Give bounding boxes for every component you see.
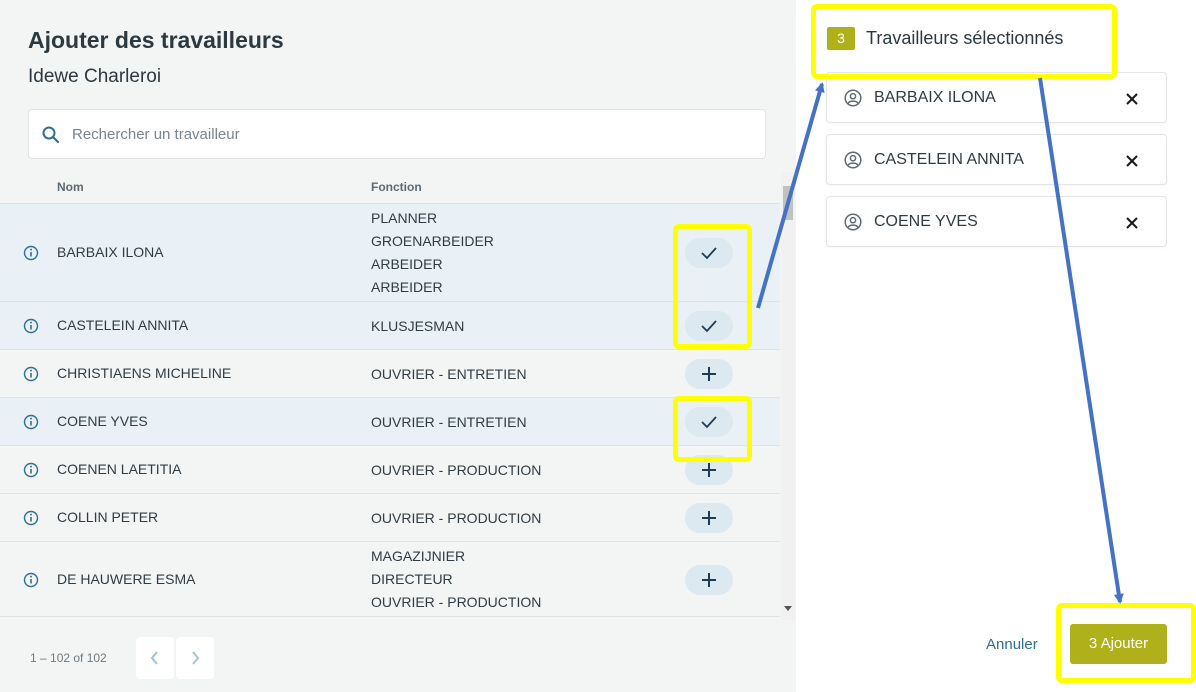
- chevron-right-icon: [192, 651, 200, 665]
- remove-icon[interactable]: [1125, 154, 1139, 173]
- add-button[interactable]: 3 Ajouter: [1070, 624, 1167, 664]
- selected-worker-name: CASTELEIN ANNITA: [874, 151, 1024, 168]
- selected-worker-name: BARBAIX ILONA: [874, 89, 996, 106]
- remove-icon[interactable]: [1125, 92, 1139, 111]
- scrollbar-thumb[interactable]: [783, 186, 793, 220]
- worker-functions: OUVRIER - PRODUCTION: [371, 507, 541, 530]
- previous-page-button[interactable]: [136, 637, 174, 679]
- info-icon[interactable]: [23, 414, 39, 430]
- scrollbar[interactable]: [781, 172, 795, 620]
- scroll-down-arrow-icon[interactable]: [784, 606, 792, 611]
- info-icon[interactable]: [23, 366, 39, 382]
- table-row[interactable]: DE HAUWERE ESMA MAGAZIJNIER DIRECTEUR OUVRI…: [0, 542, 780, 617]
- selected-toggle-button[interactable]: [685, 311, 733, 341]
- check-icon: [701, 247, 717, 260]
- search-input[interactable]: Rechercher un travailleur: [28, 109, 766, 159]
- worker-functions: KLUSJESMAN: [371, 315, 464, 338]
- cancel-button[interactable]: Annuler: [986, 636, 1038, 653]
- table-row[interactable]: CASTELEIN ANNITA KLUSJESMAN: [0, 302, 780, 350]
- worker-function: ARBEIDER: [371, 256, 443, 272]
- worker-name: CHRISTIAENS MICHELINE: [57, 365, 232, 381]
- worker-name: COENEN LAETITIA: [57, 461, 182, 477]
- workers-table: BARBAIX ILONA PLANNER GROENARBEIDER ARBEIDE…: [0, 204, 780, 620]
- chevron-left-icon: [150, 651, 158, 665]
- user-icon: [844, 89, 862, 112]
- worker-name: COLLIN PETER: [57, 509, 159, 525]
- worker-functions: OUVRIER - ENTRETIEN: [371, 363, 527, 386]
- plus-icon: [702, 367, 716, 381]
- table-row[interactable]: COENE YVES OUVRIER - ENTRETIEN: [0, 398, 780, 446]
- worker-function: OUVRIER - ENTRETIEN: [371, 413, 527, 430]
- worker-function: GROENARBEIDER: [371, 233, 494, 249]
- user-icon: [844, 151, 862, 174]
- add-workers-panel: Ajouter des travailleurs Idewe Charleroi…: [0, 0, 796, 692]
- worker-function: OUVRIER - ENTRETIEN: [371, 365, 527, 382]
- table-row[interactable]: BARBAIX ILONA PLANNER GROENARBEIDER ARBEIDE…: [0, 204, 780, 302]
- worker-functions: OUVRIER - PRODUCTION: [371, 459, 541, 482]
- table-row[interactable]: COENEN LAETITIA OUVRIER - PRODUCTION: [0, 446, 780, 494]
- worker-function: OUVRIER - PRODUCTION: [371, 461, 542, 478]
- worker-name: DE HAUWERE ESMA: [57, 570, 196, 587]
- selected-worker-card: CASTELEIN ANNITA: [826, 134, 1167, 185]
- selected-worker-name: COENE YVES: [874, 213, 978, 230]
- selected-worker-card: COENE YVES: [826, 196, 1167, 247]
- plus-icon: [702, 463, 716, 477]
- worker-function: PLANNER: [371, 210, 438, 226]
- info-icon[interactable]: [23, 318, 39, 334]
- worker-functions: PLANNER GROENARBEIDER ARBEIDER ARBEIDER: [371, 207, 494, 299]
- selected-worker-card: BARBAIX ILONA: [826, 72, 1167, 123]
- add-worker-button[interactable]: [685, 359, 733, 389]
- pagination-range: 1 – 102 of 102: [30, 651, 107, 665]
- selected-workers-title: Travailleurs sélectionnés: [866, 28, 1064, 48]
- worker-functions: MAGAZIJNIER DIRECTEUR OUVRIER - PRODUCTION: [371, 545, 541, 614]
- plus-icon: [702, 572, 716, 587]
- worker-name: BARBAIX ILONA: [57, 244, 164, 260]
- search-placeholder: Rechercher un travailleur: [72, 126, 240, 143]
- selected-count-badge: 3: [827, 27, 855, 50]
- worker-name: COENE YVES: [57, 413, 148, 429]
- check-icon: [701, 416, 717, 429]
- page-title: Ajouter des travailleurs: [28, 27, 284, 53]
- info-icon[interactable]: [23, 510, 39, 526]
- info-icon[interactable]: [23, 245, 39, 261]
- check-icon: [701, 320, 717, 333]
- worker-function: OUVRIER - PRODUCTION: [371, 594, 542, 610]
- worker-function: MAGAZIJNIER: [371, 548, 466, 564]
- add-worker-button[interactable]: [685, 455, 733, 485]
- table-row[interactable]: CHRISTIAENS MICHELINE OUVRIER - ENTRETIEN: [0, 350, 780, 398]
- table-header: Nom Fonction: [0, 172, 780, 204]
- worker-function: OUVRIER - PRODUCTION: [371, 509, 542, 526]
- next-page-button[interactable]: [176, 637, 214, 679]
- plus-icon: [702, 511, 716, 525]
- worker-function: DIRECTEUR: [371, 571, 453, 587]
- table-row[interactable]: COLLIN PETER OUVRIER - PRODUCTION: [0, 494, 780, 542]
- worker-functions: OUVRIER - ENTRETIEN: [371, 411, 527, 434]
- selected-toggle-button[interactable]: [685, 407, 733, 437]
- info-icon[interactable]: [23, 572, 39, 588]
- worker-name: CASTELEIN ANNITA: [57, 317, 189, 333]
- search-icon: [42, 126, 60, 144]
- column-header-nom: Nom: [57, 180, 84, 194]
- user-icon: [844, 213, 862, 236]
- worker-function: KLUSJESMAN: [371, 317, 465, 334]
- remove-icon[interactable]: [1125, 216, 1139, 235]
- column-header-fonction: Fonction: [371, 180, 422, 194]
- add-worker-button[interactable]: [685, 564, 733, 595]
- selected-toggle-button[interactable]: [685, 238, 733, 268]
- page-subtitle: Idewe Charleroi: [28, 66, 162, 87]
- add-worker-button[interactable]: [685, 503, 733, 533]
- info-icon[interactable]: [23, 462, 39, 478]
- worker-function: ARBEIDER: [371, 279, 443, 295]
